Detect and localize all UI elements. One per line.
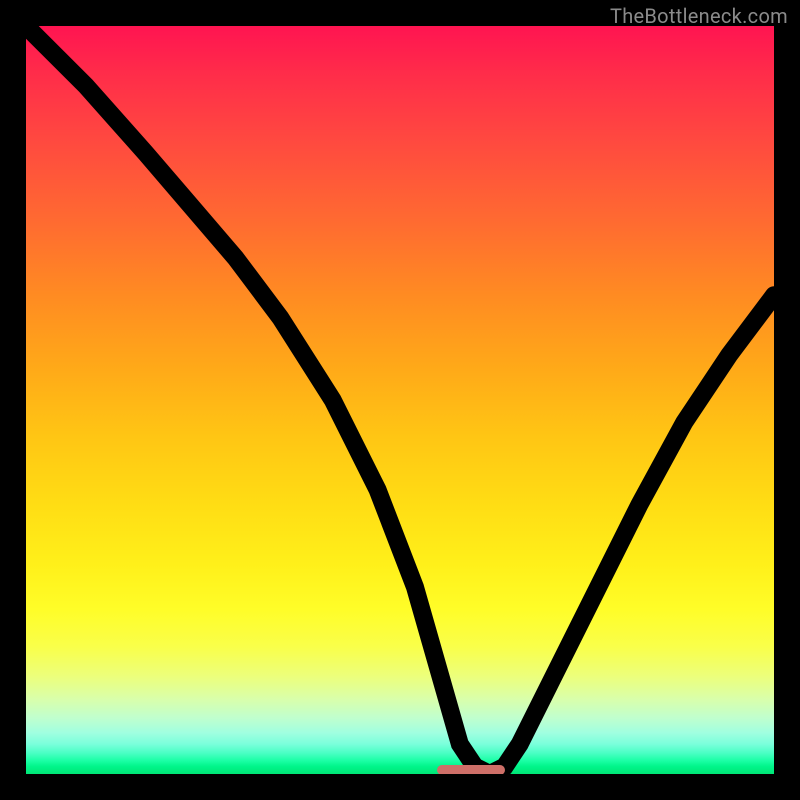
watermark-text: TheBottleneck.com (610, 4, 788, 28)
bottleneck-curve (26, 26, 774, 774)
plot-area (26, 26, 774, 774)
outer-frame: TheBottleneck.com (0, 0, 800, 800)
optimal-marker (437, 765, 504, 774)
